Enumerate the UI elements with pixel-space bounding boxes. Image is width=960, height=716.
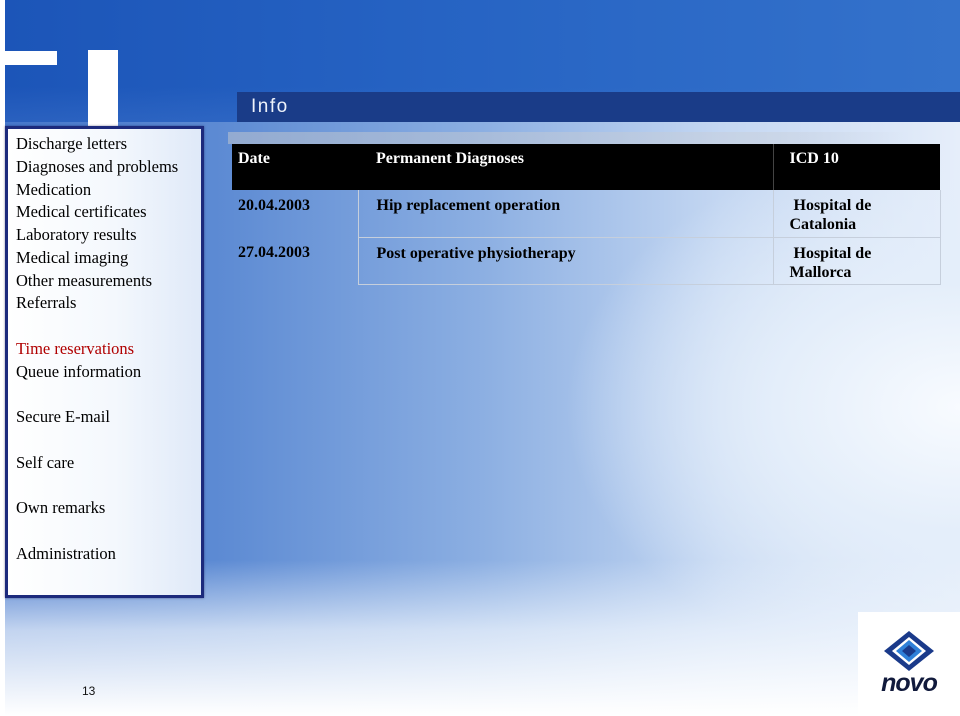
table-row: 27.04.2003 Post operative physiotherapy …	[232, 237, 941, 285]
logo-wordmark: novo	[881, 669, 938, 697]
novo-logo-icon	[884, 631, 934, 671]
nav-group-appointments: Time reservations Queue information	[16, 338, 201, 384]
table-top-shadow	[228, 132, 908, 144]
table-header-row: Date Permanent Diagnoses ICD 10	[232, 144, 940, 190]
nav-group-email: Secure E-mail	[16, 406, 201, 429]
nav-item-self-care[interactable]: Self care	[16, 452, 201, 475]
nav-group-records: Discharge letters Diagnoses and problems…	[16, 133, 201, 315]
nav-item-laboratory-results[interactable]: Laboratory results	[16, 224, 201, 247]
table-row: 20.04.2003 Hip replacement operation Hos…	[232, 190, 941, 238]
cell-diagnosis: Hip replacement operation	[357, 190, 773, 238]
nav-item-queue-information[interactable]: Queue information	[16, 361, 201, 384]
nav-item-own-remarks[interactable]: Own remarks	[16, 497, 201, 520]
nav-group-remarks: Own remarks	[16, 497, 201, 520]
nav-item-diagnoses-and-problems[interactable]: Diagnoses and problems	[16, 156, 201, 179]
nav-item-medical-imaging[interactable]: Medical imaging	[16, 247, 201, 270]
nav-group-self-care: Self care	[16, 452, 201, 475]
page-number: 13	[82, 684, 96, 698]
cell-date: 27.04.2003	[238, 244, 310, 261]
nav-item-time-reservations[interactable]: Time reservations	[16, 338, 201, 361]
nav-item-administration[interactable]: Administration	[16, 543, 201, 566]
title-bar	[237, 92, 960, 122]
nav-item-referrals[interactable]: Referrals	[16, 292, 201, 315]
brand-mark-vertical	[88, 50, 118, 126]
nav-group-administration: Administration	[16, 543, 201, 566]
nav-item-medication[interactable]: Medication	[16, 179, 201, 202]
cell-date: 20.04.2003	[238, 197, 310, 214]
cell-diagnosis: Post operative physiotherapy	[357, 237, 773, 285]
column-header-permanent-diagnoses: Permanent Diagnoses	[358, 144, 773, 190]
column-header-icd-10: ICD 10	[772, 144, 940, 190]
nav-item-discharge-letters[interactable]: Discharge letters	[16, 133, 201, 156]
novo-logo: novo	[858, 612, 960, 716]
nav-item-secure-email[interactable]: Secure E-mail	[16, 406, 201, 429]
cell-icd-10: Hospital de Mallorca	[772, 237, 941, 285]
diagnoses-table: Date Permanent Diagnoses ICD 10 20.04.20…	[232, 144, 941, 285]
brand-mark-horizontal	[5, 51, 57, 65]
sidebar-nav: Discharge letters Diagnoses and problems…	[5, 126, 204, 598]
page-title: Info	[251, 96, 289, 117]
nav-item-medical-certificates[interactable]: Medical certificates	[16, 201, 201, 224]
column-header-date: Date	[232, 144, 358, 190]
cell-icd-10: Hospital de Catalonia	[772, 190, 941, 238]
nav-item-other-measurements[interactable]: Other measurements	[16, 270, 201, 293]
